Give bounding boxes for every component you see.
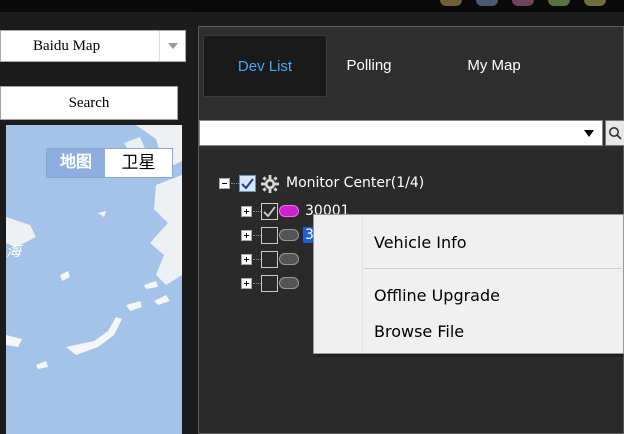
tree-connector bbox=[231, 183, 239, 184]
decorative-dot bbox=[440, 0, 462, 6]
menu-item-vehicle-info[interactable]: Vehicle Info bbox=[374, 233, 467, 252]
vehicle-offline-icon bbox=[279, 253, 299, 265]
tab-my-map[interactable]: My Map bbox=[439, 35, 549, 97]
map-type-satellite-button[interactable]: 卫星 bbox=[105, 149, 172, 177]
map-panel: Baidu Map Search 地图 卫星 海 bbox=[0, 12, 192, 434]
menu-item-browse-file[interactable]: Browse File bbox=[374, 322, 464, 341]
vehicle-online-icon bbox=[279, 205, 299, 217]
search-icon bbox=[609, 127, 622, 140]
device-checkbox[interactable] bbox=[261, 251, 278, 268]
tree-root-label: Monitor Center(1/4) bbox=[286, 175, 425, 191]
map-type-switch[interactable]: 地图 卫星 bbox=[46, 148, 173, 178]
device-search-button[interactable] bbox=[605, 120, 624, 146]
chevron-down-icon[interactable] bbox=[584, 130, 594, 137]
device-filter-combobox[interactable] bbox=[199, 120, 603, 146]
device-checkbox[interactable] bbox=[261, 275, 278, 292]
map-provider-value: Baidu Map bbox=[33, 38, 101, 54]
tab-dev-list[interactable]: Dev List bbox=[203, 35, 327, 97]
decorative-dot bbox=[548, 0, 570, 6]
decorative-dot bbox=[476, 0, 498, 6]
device-checkbox[interactable] bbox=[261, 203, 278, 220]
menu-item-offline-upgrade[interactable]: Offline Upgrade bbox=[374, 286, 500, 305]
chevron-down-icon[interactable] bbox=[159, 31, 185, 61]
tree-connector bbox=[253, 283, 261, 284]
tree-connector bbox=[253, 259, 261, 260]
vehicle-offline-icon bbox=[279, 277, 299, 289]
decorative-dot bbox=[512, 0, 534, 6]
tree-connector bbox=[253, 235, 261, 236]
window-top-bar bbox=[0, 0, 624, 12]
tree-root-node[interactable]: Monitor Center(1/4) bbox=[219, 173, 519, 195]
search-button[interactable]: Search bbox=[0, 86, 178, 120]
tab-polling[interactable]: Polling bbox=[329, 35, 409, 97]
map-canvas[interactable]: 地图 卫星 海 bbox=[6, 125, 182, 434]
checkmark-icon bbox=[263, 206, 276, 218]
decorative-dot bbox=[584, 0, 606, 6]
map-type-normal-button[interactable]: 地图 bbox=[47, 149, 105, 177]
tree-connector bbox=[253, 211, 261, 212]
map-provider-select[interactable]: Baidu Map bbox=[0, 30, 186, 62]
checkmark-icon bbox=[241, 178, 254, 190]
gear-icon bbox=[261, 175, 279, 193]
expand-icon[interactable] bbox=[241, 254, 252, 265]
menu-separator bbox=[364, 268, 622, 269]
root-checkbox[interactable] bbox=[239, 175, 256, 192]
context-menu: Vehicle Info Offline Upgrade Browse File bbox=[313, 214, 624, 354]
sea-label: 海 bbox=[6, 243, 22, 260]
collapse-icon[interactable] bbox=[219, 178, 230, 189]
menu-icon-gutter bbox=[362, 217, 363, 351]
device-checkbox[interactable] bbox=[261, 227, 278, 244]
expand-icon[interactable] bbox=[241, 230, 252, 241]
vehicle-offline-icon bbox=[279, 229, 299, 241]
expand-icon[interactable] bbox=[241, 278, 252, 289]
expand-icon[interactable] bbox=[241, 206, 252, 217]
